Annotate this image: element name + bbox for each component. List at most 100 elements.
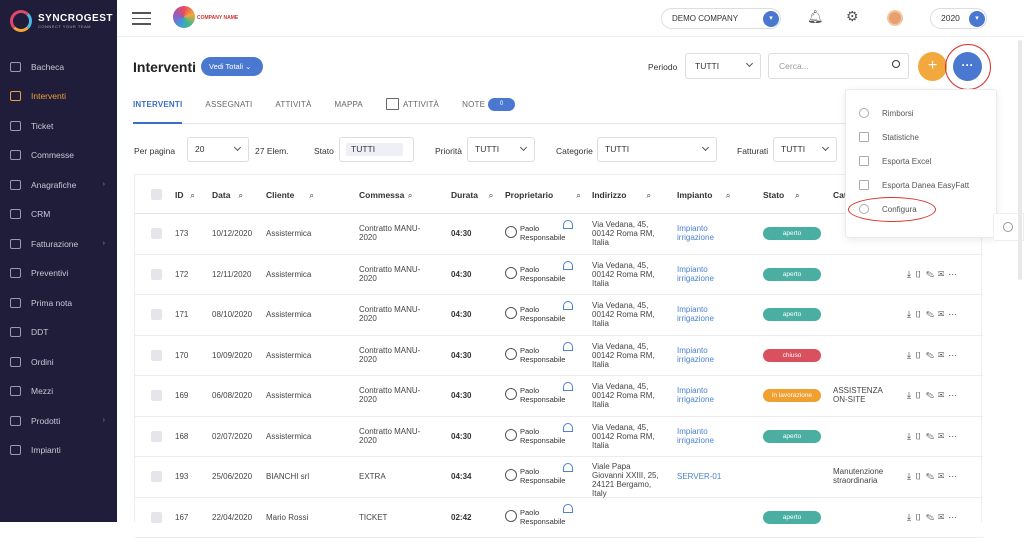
edit-icon[interactable]: ✎ [926, 431, 938, 441]
sidebar-item-impianti[interactable]: Impianti [0, 436, 117, 466]
tab-note[interactable]: NOTE0 [462, 100, 515, 124]
menu-item-esporta-danea-easyfatt[interactable]: Esporta Danea EasyFatt [846, 173, 998, 197]
sidebar-item-interventi[interactable]: Interventi [0, 82, 117, 112]
column-header-cliente[interactable]: Cliente [266, 190, 294, 200]
pdf-icon[interactable]: ▯ [915, 471, 926, 481]
group-users-icon[interactable] [563, 261, 573, 270]
sidebar-item-mezzi[interactable]: Mezzi [0, 377, 117, 407]
group-users-icon[interactable] [563, 301, 573, 310]
sidebar-item-anagrafiche[interactable]: Anagrafiche› [0, 170, 117, 200]
group-users-icon[interactable] [563, 463, 573, 472]
row-checkbox[interactable] [151, 350, 162, 361]
search-icon[interactable]: ⌕ [309, 190, 314, 201]
stato-select[interactable]: TUTTI [339, 137, 414, 162]
cell-impianto[interactable]: Impianto irrigazione [677, 427, 725, 445]
row-checkbox[interactable] [151, 309, 162, 320]
app-logo[interactable]: SYNCROGEST CONNECT YOUR TEAM [10, 10, 113, 32]
scrollbar[interactable] [1018, 40, 1022, 280]
more-icon[interactable]: ⋯ [948, 350, 961, 360]
search-icon[interactable]: ⌕ [646, 190, 651, 201]
row-checkbox[interactable] [151, 390, 162, 401]
column-header-data[interactable]: Data [212, 190, 230, 200]
group-users-icon[interactable] [563, 342, 573, 351]
download-icon[interactable]: ⤓ [907, 512, 915, 522]
settings-gear-icon[interactable]: ⚙ [846, 8, 859, 25]
cell-impianto[interactable]: Impianto irrigazione [677, 305, 725, 323]
sidebar-item-preventivi[interactable]: Preventivi [0, 259, 117, 289]
cell-impianto[interactable]: Impianto irrigazione [677, 224, 725, 242]
priorita-select[interactable]: TUTTI [467, 137, 535, 162]
search-input[interactable]: Cerca... [768, 53, 909, 79]
edit-icon[interactable]: ✎ [926, 390, 938, 400]
user-avatar[interactable] [887, 10, 903, 26]
mail-icon[interactable]: ✉ [938, 269, 948, 279]
mail-icon[interactable]: ✉ [938, 390, 948, 400]
edit-icon[interactable]: ✎ [926, 309, 938, 319]
table-row[interactable]: 19325/06/2020BIANCHI srlEXTRA04:34Paolo … [135, 457, 983, 498]
cell-impianto[interactable]: SERVER-01 [677, 472, 725, 481]
group-users-icon[interactable] [563, 504, 573, 513]
row-checkbox[interactable] [151, 269, 162, 280]
column-header-proprietario[interactable]: Proprietario [505, 190, 553, 200]
column-header-stato[interactable]: Stato [763, 190, 784, 200]
row-checkbox[interactable] [151, 471, 162, 482]
more-icon[interactable]: ⋯ [948, 431, 961, 441]
pdf-icon[interactable]: ▯ [915, 390, 926, 400]
tab-attività[interactable]: ATTIVITÀ [275, 100, 311, 124]
table-row[interactable]: 17108/10/2020AssistermicaContratto MANU-… [135, 295, 983, 336]
per-pagina-select[interactable]: 20 [187, 137, 249, 162]
download-icon[interactable]: ⤓ [907, 269, 915, 279]
download-icon[interactable]: ⤓ [907, 309, 915, 319]
more-icon[interactable]: ⋯ [948, 512, 961, 522]
group-users-icon[interactable] [563, 382, 573, 391]
sidebar-item-fatturazione[interactable]: Fatturazione› [0, 229, 117, 259]
group-users-icon[interactable] [563, 220, 573, 229]
categorie-select[interactable]: TUTTI [597, 137, 717, 162]
sidebar-item-commesse[interactable]: Commesse [0, 141, 117, 171]
add-button[interactable]: + [918, 52, 947, 81]
bell-icon[interactable]: 🔔︎ [807, 9, 824, 25]
more-icon[interactable]: ⋯ [948, 309, 961, 319]
more-icon[interactable]: ⋯ [948, 471, 961, 481]
vedi-totali-button[interactable]: Vedi Totali ⌄ [201, 57, 263, 76]
cell-impianto[interactable]: Impianto irrigazione [677, 265, 725, 283]
download-icon[interactable]: ⤓ [907, 431, 915, 441]
search-icon[interactable]: ⌕ [576, 190, 581, 201]
table-row[interactable]: 17010/09/2020AssistermicaContratto MANU-… [135, 336, 983, 377]
sidebar-item-ordini[interactable]: Ordini [0, 347, 117, 377]
mail-icon[interactable]: ✉ [938, 431, 948, 441]
search-icon[interactable]: ⌕ [190, 190, 195, 201]
column-header-impianto[interactable]: Impianto [677, 190, 712, 200]
pdf-icon[interactable]: ▯ [915, 309, 926, 319]
mail-icon[interactable]: ✉ [938, 512, 948, 522]
search-icon[interactable]: ⌕ [238, 190, 243, 201]
cell-impianto[interactable]: Impianto irrigazione [677, 346, 725, 364]
mail-icon[interactable]: ✉ [938, 471, 948, 481]
fatturati-select[interactable]: TUTTI [773, 137, 837, 162]
edit-icon[interactable]: ✎ [926, 269, 938, 279]
column-header-durata[interactable]: Durata [451, 190, 478, 200]
search-icon[interactable]: ⌕ [795, 190, 800, 201]
edit-icon[interactable]: ✎ [926, 471, 938, 481]
row-checkbox[interactable] [151, 228, 162, 239]
pdf-icon[interactable]: ▯ [915, 269, 926, 279]
cell-impianto[interactable]: Impianto irrigazione [677, 386, 725, 404]
row-checkbox[interactable] [151, 512, 162, 523]
select-all-checkbox[interactable] [151, 189, 162, 200]
column-header-indirizzo[interactable]: Indirizzo [592, 190, 626, 200]
table-row[interactable]: 16906/08/2020AssistermicaContratto MANU-… [135, 376, 983, 417]
sidebar-item-prima-nota[interactable]: Prima nota [0, 288, 117, 318]
periodo-select[interactable]: TUTTI [685, 53, 761, 79]
column-header-id[interactable]: ID [175, 190, 184, 200]
edit-icon[interactable]: ✎ [926, 512, 938, 522]
edit-icon[interactable]: ✎ [926, 350, 938, 360]
mail-icon[interactable]: ✉ [938, 350, 948, 360]
table-row[interactable]: 17212/11/2020AssistermicaContratto MANU-… [135, 255, 983, 296]
more-icon[interactable]: ⋯ [948, 390, 961, 400]
table-row[interactable]: 16722/04/2020Mario RossiTICKET02:42Paolo… [135, 498, 983, 538]
download-icon[interactable]: ⤓ [907, 471, 915, 481]
tab-mappa[interactable]: MAPPA [335, 100, 363, 124]
sidebar-item-prodotti[interactable]: Prodotti› [0, 406, 117, 436]
search-icon[interactable] [892, 60, 900, 68]
search-icon[interactable]: ⌕ [726, 190, 731, 201]
